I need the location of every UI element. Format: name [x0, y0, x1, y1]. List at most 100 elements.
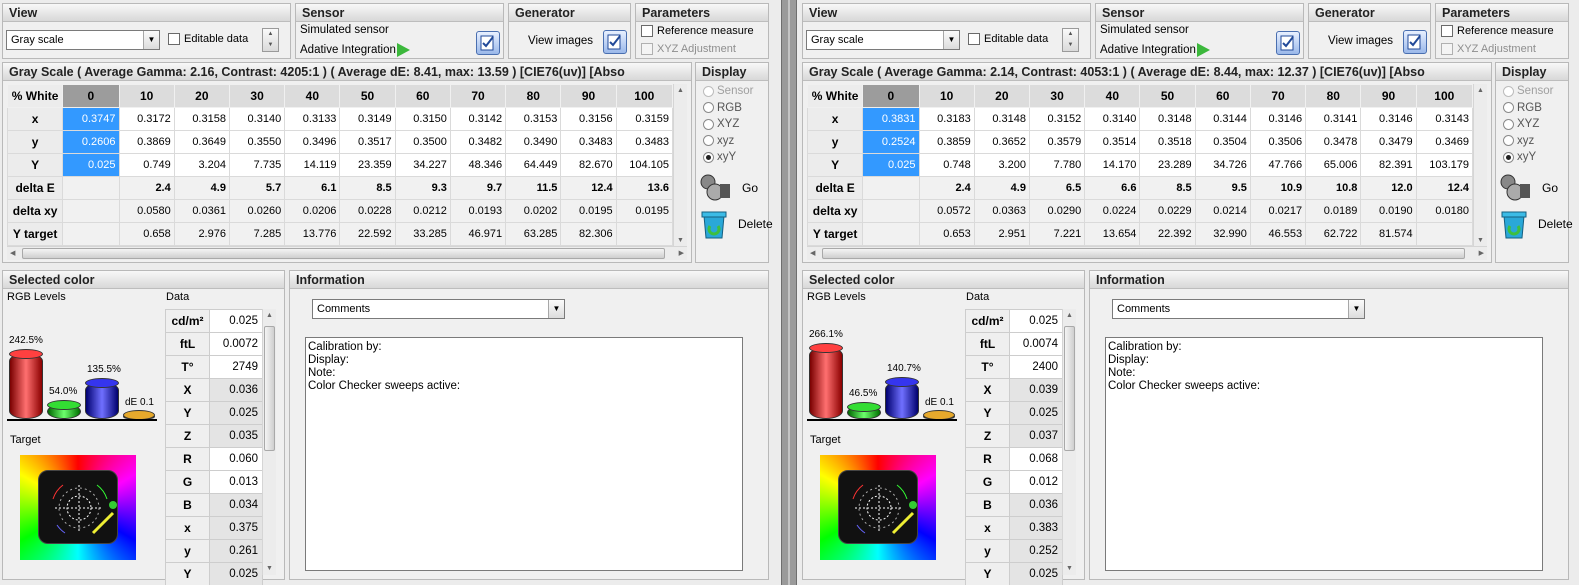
column-header[interactable]: 80 [505, 84, 562, 108]
column-header[interactable]: 60 [1194, 84, 1251, 108]
data-value[interactable]: 2400 [1009, 355, 1063, 379]
column-header[interactable]: 90 [560, 84, 617, 108]
table-cell[interactable] [62, 222, 120, 246]
column-header[interactable]: 20 [173, 84, 230, 108]
table-cell[interactable]: 6.1 [284, 176, 341, 200]
view-mode-select[interactable]: Gray scale ▼ [806, 30, 960, 50]
information-select[interactable]: Comments ▼ [1112, 299, 1365, 319]
table-cell[interactable]: 13.6 [615, 176, 674, 200]
editable-data-checkbox[interactable]: Editable data [168, 33, 248, 45]
play-icon[interactable] [1197, 43, 1210, 57]
column-header[interactable]: 90 [1360, 84, 1417, 108]
column-header[interactable]: 40 [1084, 84, 1141, 108]
table-cell[interactable] [862, 176, 920, 200]
table-cell[interactable] [62, 199, 120, 223]
data-value[interactable]: 0.035 [209, 424, 263, 448]
data-value[interactable]: 0.025 [1009, 309, 1063, 333]
table-cell[interactable]: 0.0202 [505, 199, 562, 223]
data-value[interactable]: 0.252 [1009, 539, 1063, 563]
table-cell[interactable]: 0.0190 [1360, 199, 1417, 223]
table-cell[interactable]: 0.3496 [284, 130, 341, 154]
table-cell[interactable]: 46.971 [449, 222, 507, 246]
table-cell[interactable]: 0.3150 [394, 107, 451, 131]
table-cell[interactable]: 0.3133 [284, 107, 341, 131]
table-cell[interactable]: 0.025 [62, 153, 120, 177]
column-header[interactable]: 50 [339, 84, 396, 108]
table-cell[interactable]: 22.392 [1139, 222, 1196, 246]
table-cell[interactable]: 0.3146 [1249, 107, 1307, 131]
table-cell[interactable]: 65.006 [1305, 153, 1362, 177]
table-cell[interactable]: 7.735 [228, 153, 286, 177]
table-cell[interactable]: 6.5 [1028, 176, 1086, 200]
table-cell[interactable] [62, 176, 120, 200]
table-cell[interactable]: 4.9 [173, 176, 230, 200]
table-cell[interactable]: 22.592 [339, 222, 396, 246]
generator-config-button[interactable] [1403, 30, 1427, 54]
display-option-sensor[interactable]: Sensor [703, 85, 753, 97]
delete-button[interactable]: Delete [698, 207, 773, 241]
table-cell[interactable]: 0.3831 [862, 107, 920, 131]
table-cell[interactable]: 0.3514 [1084, 130, 1141, 154]
data-value[interactable]: 0.012 [1009, 470, 1063, 494]
table-cell[interactable]: 34.726 [1194, 153, 1251, 177]
column-header[interactable]: 60 [394, 84, 451, 108]
table-cell[interactable]: 0.3140 [228, 107, 286, 131]
column-header[interactable]: 100 [615, 84, 674, 108]
table-cell[interactable]: 0.3504 [1194, 130, 1251, 154]
column-header[interactable]: 70 [1249, 84, 1307, 108]
table-cell[interactable]: 82.391 [1360, 153, 1417, 177]
table-cell[interactable]: 0.025 [862, 153, 920, 177]
table-cell[interactable]: 0.3152 [1028, 107, 1086, 131]
table-cell[interactable]: 7.780 [1028, 153, 1086, 177]
display-option-xyy[interactable]: xyY [1503, 151, 1536, 163]
table-cell[interactable]: 0.3482 [449, 130, 507, 154]
data-value[interactable]: 0.025 [1009, 401, 1063, 425]
table-cell[interactable]: 12.4 [1415, 176, 1474, 200]
table-cell[interactable]: 0.3148 [973, 107, 1030, 131]
table-cell[interactable]: 7.285 [228, 222, 286, 246]
table-cell[interactable]: 0.3148 [1139, 107, 1196, 131]
table-cell[interactable]: 4.9 [973, 176, 1030, 200]
data-value[interactable]: 0.037 [1009, 424, 1063, 448]
table-cell[interactable] [862, 222, 920, 246]
data-value[interactable]: 0.025 [209, 401, 263, 425]
table-cell[interactable]: 0.3153 [505, 107, 562, 131]
data-value[interactable]: 0.025 [1009, 562, 1063, 585]
table-cell[interactable]: 64.449 [505, 153, 562, 177]
display-option-xyz[interactable]: xyz [1503, 135, 1534, 147]
table-cell[interactable]: 46.553 [1249, 222, 1307, 246]
table-cell[interactable]: 3.204 [173, 153, 230, 177]
column-header[interactable]: 0 [862, 84, 920, 108]
data-value[interactable]: 0.060 [209, 447, 263, 471]
view-spinner[interactable]: ▲ ▼ [1062, 28, 1079, 52]
data-vscroll[interactable]: ▲ ▼ [262, 309, 276, 575]
editable-data-checkbox[interactable]: Editable data [968, 33, 1048, 45]
data-value[interactable]: 0.025 [209, 309, 263, 333]
data-value[interactable]: 0.375 [209, 516, 263, 540]
table-cell[interactable]: 0.0212 [394, 199, 451, 223]
table-cell[interactable]: 33.285 [394, 222, 451, 246]
table-cell[interactable]: 0.3649 [173, 130, 230, 154]
table-cell[interactable]: 0.0290 [1028, 199, 1086, 223]
grayscale-vscroll[interactable]: ▲ ▼ [1473, 84, 1487, 247]
grayscale-table[interactable]: % White 0 10 20 30 40 50 60 70 80 90 100 x 0.3747 0.31… [6, 84, 674, 246]
table-cell[interactable]: 6.6 [1084, 176, 1141, 200]
table-cell[interactable]: 0.0193 [449, 199, 507, 223]
table-cell[interactable]: 32.990 [1194, 222, 1251, 246]
display-option-xyz[interactable]: xyz [703, 135, 734, 147]
table-cell[interactable]: 0.3143 [1415, 107, 1474, 131]
table-cell[interactable]: 0.3747 [62, 107, 120, 131]
table-cell[interactable]: 0.0224 [1084, 199, 1141, 223]
table-cell[interactable]: 0.3141 [1305, 107, 1362, 131]
table-cell[interactable]: 0.3142 [449, 107, 507, 131]
table-cell[interactable]: 0.0180 [1415, 199, 1474, 223]
table-cell[interactable]: 0.3158 [173, 107, 230, 131]
table-cell[interactable] [862, 199, 920, 223]
table-cell[interactable]: 0.0363 [973, 199, 1030, 223]
table-cell[interactable]: 0.3859 [918, 130, 975, 154]
display-option-xyy[interactable]: xyY [703, 151, 736, 163]
xyz-adjustment-checkbox[interactable]: XYZ Adjustment [1441, 43, 1536, 55]
column-header[interactable]: 50 [1139, 84, 1196, 108]
table-cell[interactable]: 0.3652 [973, 130, 1030, 154]
table-cell[interactable]: 0.3506 [1249, 130, 1307, 154]
